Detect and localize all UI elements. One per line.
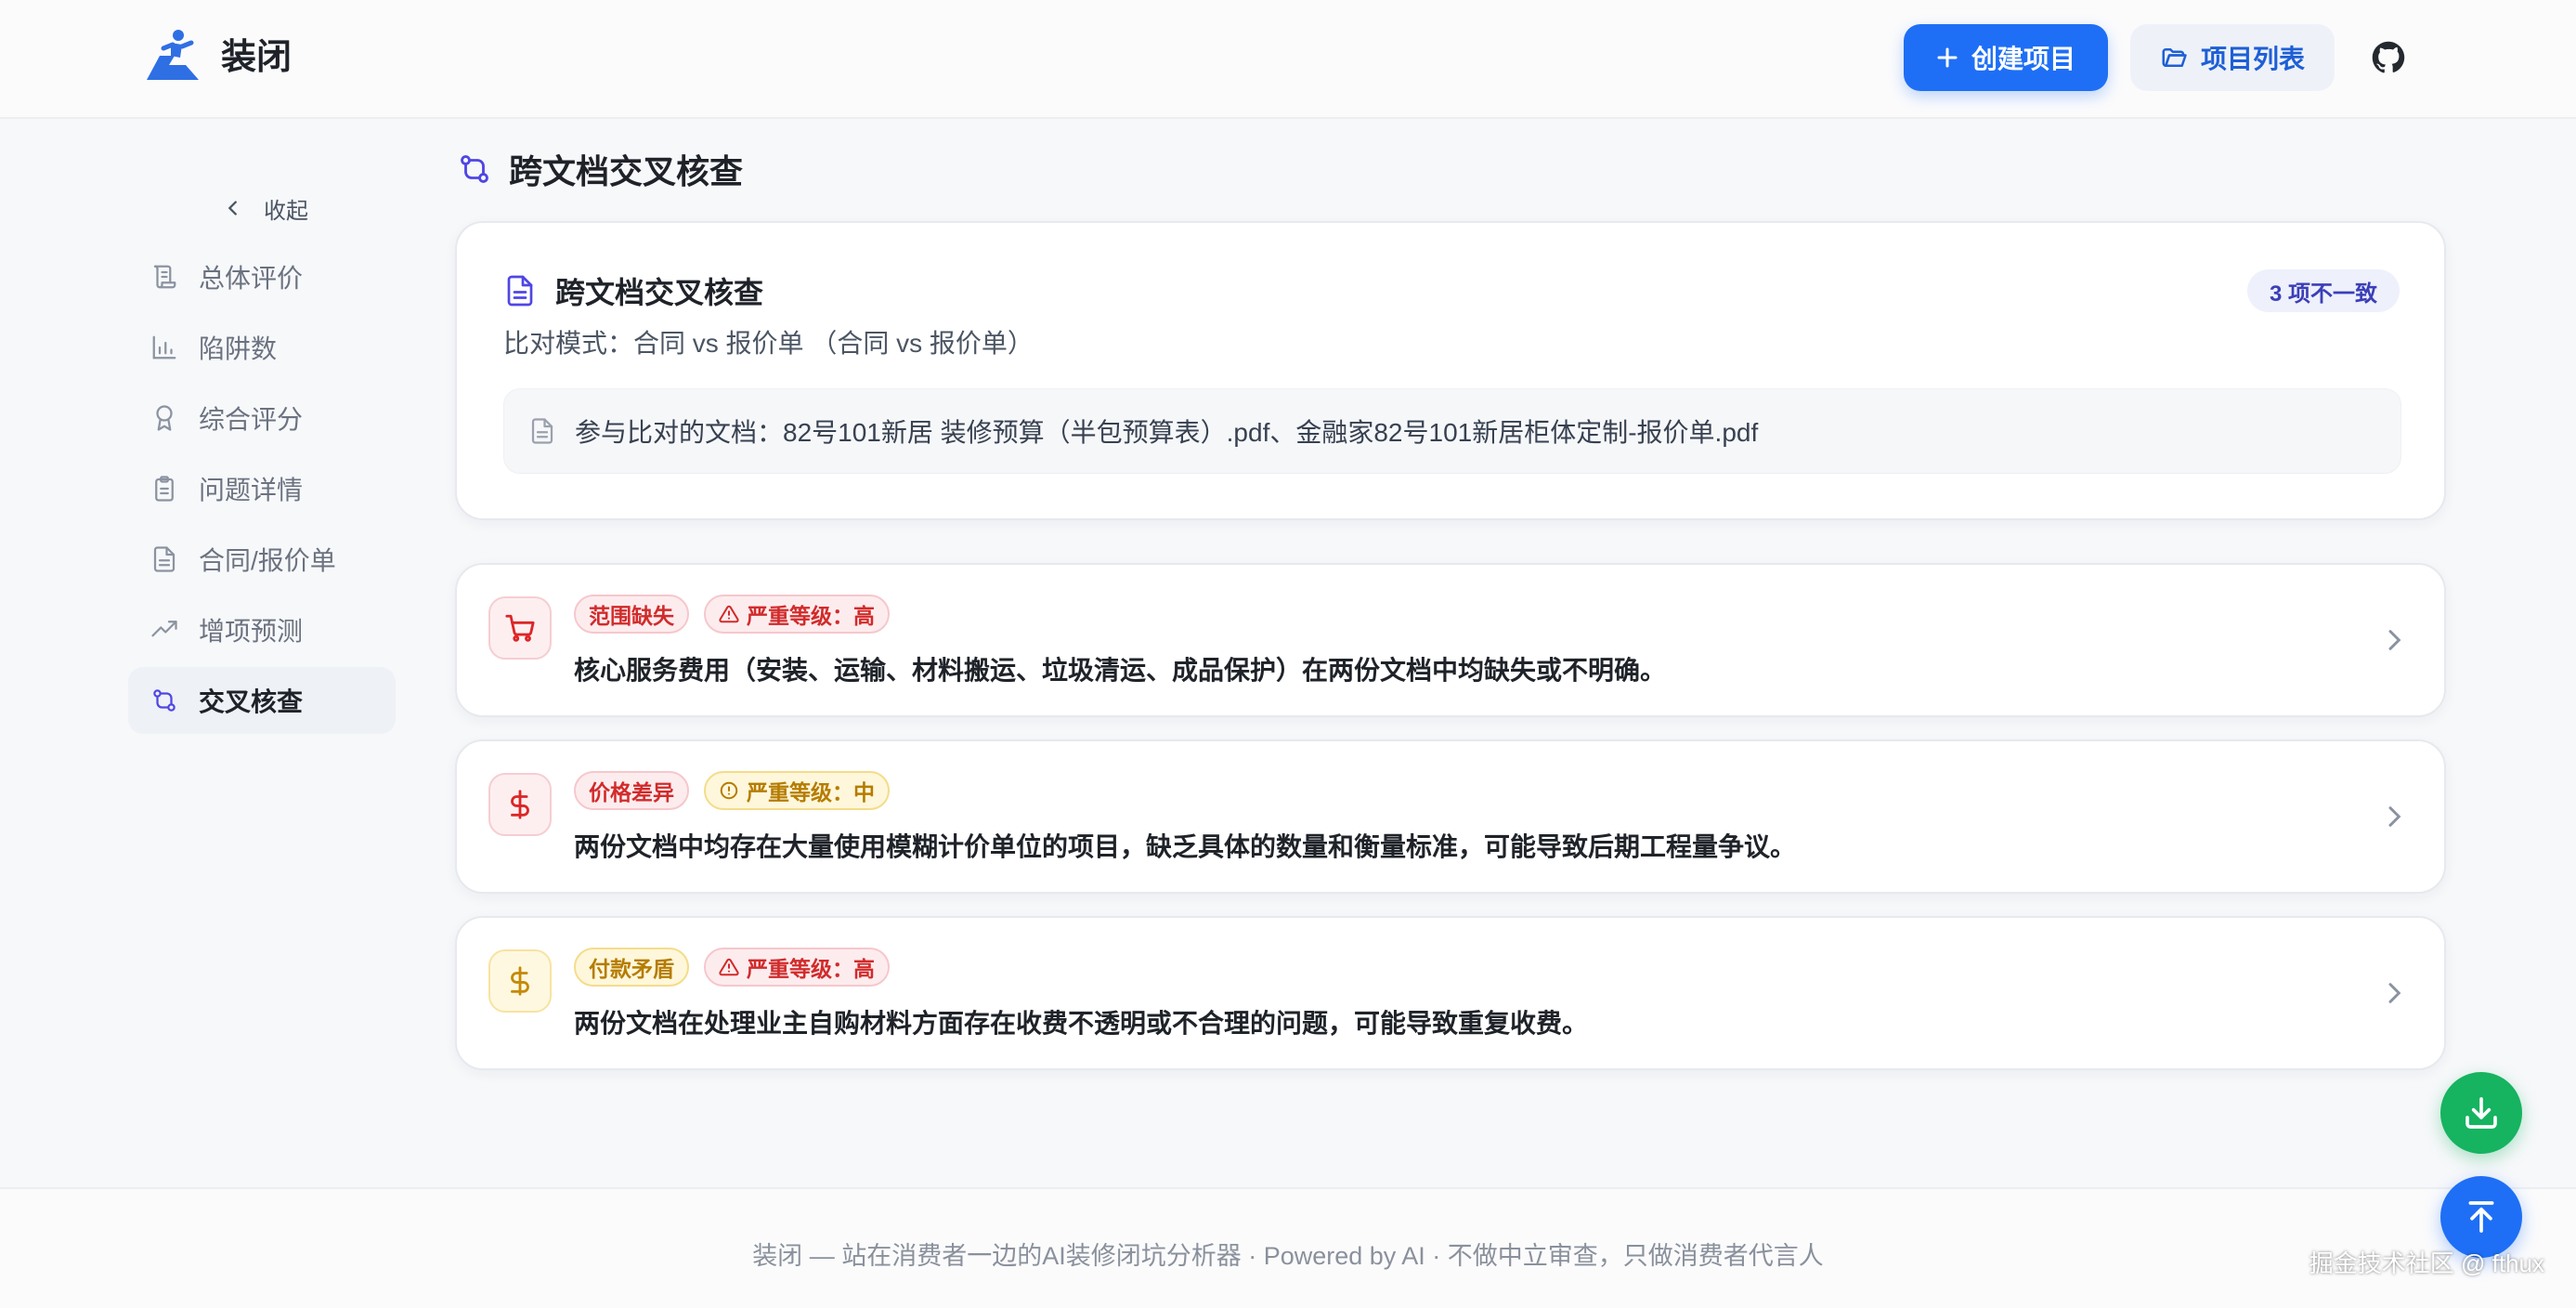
sidebar-item-crosscheck[interactable]: 交叉核查 xyxy=(128,667,396,734)
dollar-icon xyxy=(488,773,552,836)
chevron-right-icon[interactable] xyxy=(2379,802,2409,831)
compared-documents: 参与比对的文档：82号101新居 装修预算（半包预算表）.pdf、金融家82号1… xyxy=(503,388,2401,474)
document-icon xyxy=(153,546,176,572)
issue-description: 两份文档在处理业主自购材料方面存在收费不透明或不合理的问题，可能导致重复收费。 xyxy=(574,1009,1589,1038)
folder-open-icon xyxy=(2162,48,2187,67)
chevron-right-icon[interactable] xyxy=(2379,978,2409,1008)
page-footer: 装闭 — 站在消费者一边的AI装修闭坑分析器 · Powered by AI ·… xyxy=(0,1187,2576,1308)
severity-tag: 严重等级：中 xyxy=(704,771,890,810)
collapse-label: 收起 xyxy=(264,198,308,224)
severity-label: 严重等级：高 xyxy=(747,604,875,628)
compare-mode-text: 比对模式：合同 vs 报价单 （合同 vs 报价单） xyxy=(503,329,1034,358)
award-icon xyxy=(156,405,173,431)
issue-card[interactable]: 价格差异 严重等级：中 两份文档中均存在大量使用模糊计价单位的项目，缺乏具体的数… xyxy=(455,739,2446,894)
sidebar-item-label: 问题详情 xyxy=(199,476,304,504)
project-list-button[interactable]: 项目列表 xyxy=(2130,24,2335,91)
document-icon xyxy=(507,275,533,307)
bar-chart-icon xyxy=(152,335,176,360)
alert-triangle-icon xyxy=(719,958,739,976)
alert-circle-icon xyxy=(720,781,738,800)
create-project-label: 创建项目 xyxy=(1971,45,2075,73)
sidebar-item-label: 综合评分 xyxy=(199,405,304,434)
category-tag: 付款矛盾 xyxy=(574,948,689,987)
project-list-label: 项目列表 xyxy=(2200,45,2305,73)
issue-tags: 范围缺失 严重等级：高 xyxy=(574,595,890,634)
sidebar-item-contract[interactable]: 合同/报价单 xyxy=(128,526,396,593)
severity-label: 严重等级：中 xyxy=(747,780,875,804)
issue-tags: 付款矛盾 严重等级：高 xyxy=(574,948,890,987)
issue-card[interactable]: 范围缺失 严重等级：高 核心服务费用（安装、运输、材料搬运、垃圾清运、成品保护）… xyxy=(455,563,2446,717)
git-compare-icon xyxy=(461,155,488,183)
compared-documents-text: 参与比对的文档：82号101新居 装修预算（半包预算表）.pdf、金融家82号1… xyxy=(575,418,1759,447)
sidebar-item-overall[interactable]: 总体评价 xyxy=(128,243,396,310)
cart-icon xyxy=(488,596,552,660)
sidebar-item-label: 总体评价 xyxy=(199,264,304,293)
sidebar-item-issues[interactable]: 问题详情 xyxy=(128,455,396,522)
sidebar-item-label: 交叉核查 xyxy=(199,687,304,716)
download-icon xyxy=(2465,1097,2497,1129)
page-title: 跨文档交叉核查 xyxy=(509,152,744,190)
sidebar-item-traps[interactable]: 陷阱数 xyxy=(128,314,396,381)
git-compare-icon xyxy=(153,689,176,712)
clipboard-icon xyxy=(155,476,174,502)
arrow-up-to-line-icon xyxy=(2468,1201,2494,1233)
sidebar-item-label: 陷阱数 xyxy=(199,334,278,363)
sidebar-item-forecast[interactable]: 增项预测 xyxy=(128,596,396,663)
inconsistency-count-badge: 3 项不一致 xyxy=(2246,269,2400,312)
dollar-icon xyxy=(488,949,552,1013)
issue-description: 两份文档中均存在大量使用模糊计价单位的项目，缺乏具体的数量和衡量标准，可能导致后… xyxy=(574,832,1797,861)
watermark: 掘金技术社区 @ fthux xyxy=(2309,1249,2544,1277)
sidebar-item-label: 增项预测 xyxy=(199,617,304,646)
sidebar-item-label: 合同/报价单 xyxy=(199,546,336,575)
github-icon[interactable] xyxy=(2372,41,2405,74)
chevron-left-icon xyxy=(228,201,237,216)
create-project-button[interactable]: 创建项目 xyxy=(1904,24,2108,91)
summary-card: 跨文档交叉核查 比对模式：合同 vs 报价单 （合同 vs 报价单） 3 项不一… xyxy=(455,221,2446,520)
sidebar-item-score[interactable]: 综合评分 xyxy=(128,385,396,451)
severity-label: 严重等级：高 xyxy=(747,957,875,981)
collapse-sidebar-button[interactable]: 收起 xyxy=(223,190,308,227)
footer-text: 装闭 — 站在消费者一边的AI装修闭坑分析器 · Powered by AI ·… xyxy=(752,1242,1824,1270)
category-tag: 价格差异 xyxy=(574,771,689,810)
category-tag: 范围缺失 xyxy=(574,595,689,634)
summary-header: 跨文档交叉核查 xyxy=(503,269,763,312)
file-icon xyxy=(531,418,553,444)
summary-title: 跨文档交叉核查 xyxy=(555,276,764,309)
top-header: 装闭 创建项目 项目列表 xyxy=(0,0,2576,119)
trending-up-icon xyxy=(151,621,177,637)
plus-icon xyxy=(1937,47,1958,68)
alert-triangle-icon xyxy=(719,605,739,623)
brand-name[interactable]: 装闭 xyxy=(221,35,292,80)
chevron-right-icon[interactable] xyxy=(2379,625,2409,655)
severity-tag: 严重等级：高 xyxy=(704,595,890,634)
page-header: 跨文档交叉核查 xyxy=(457,145,743,193)
download-button[interactable] xyxy=(2440,1072,2522,1154)
issue-description: 核心服务费用（安装、运输、材料搬运、垃圾清运、成品保护）在两份文档中均缺失或不明… xyxy=(574,656,1667,685)
issue-card[interactable]: 付款矛盾 严重等级：高 两份文档在处理业主自购材料方面存在收费不透明或不合理的问… xyxy=(455,916,2446,1070)
issue-tags: 价格差异 严重等级：中 xyxy=(574,771,890,810)
severity-tag: 严重等级：高 xyxy=(704,948,890,987)
logo-icon[interactable] xyxy=(143,28,202,82)
scroll-icon xyxy=(153,265,176,289)
